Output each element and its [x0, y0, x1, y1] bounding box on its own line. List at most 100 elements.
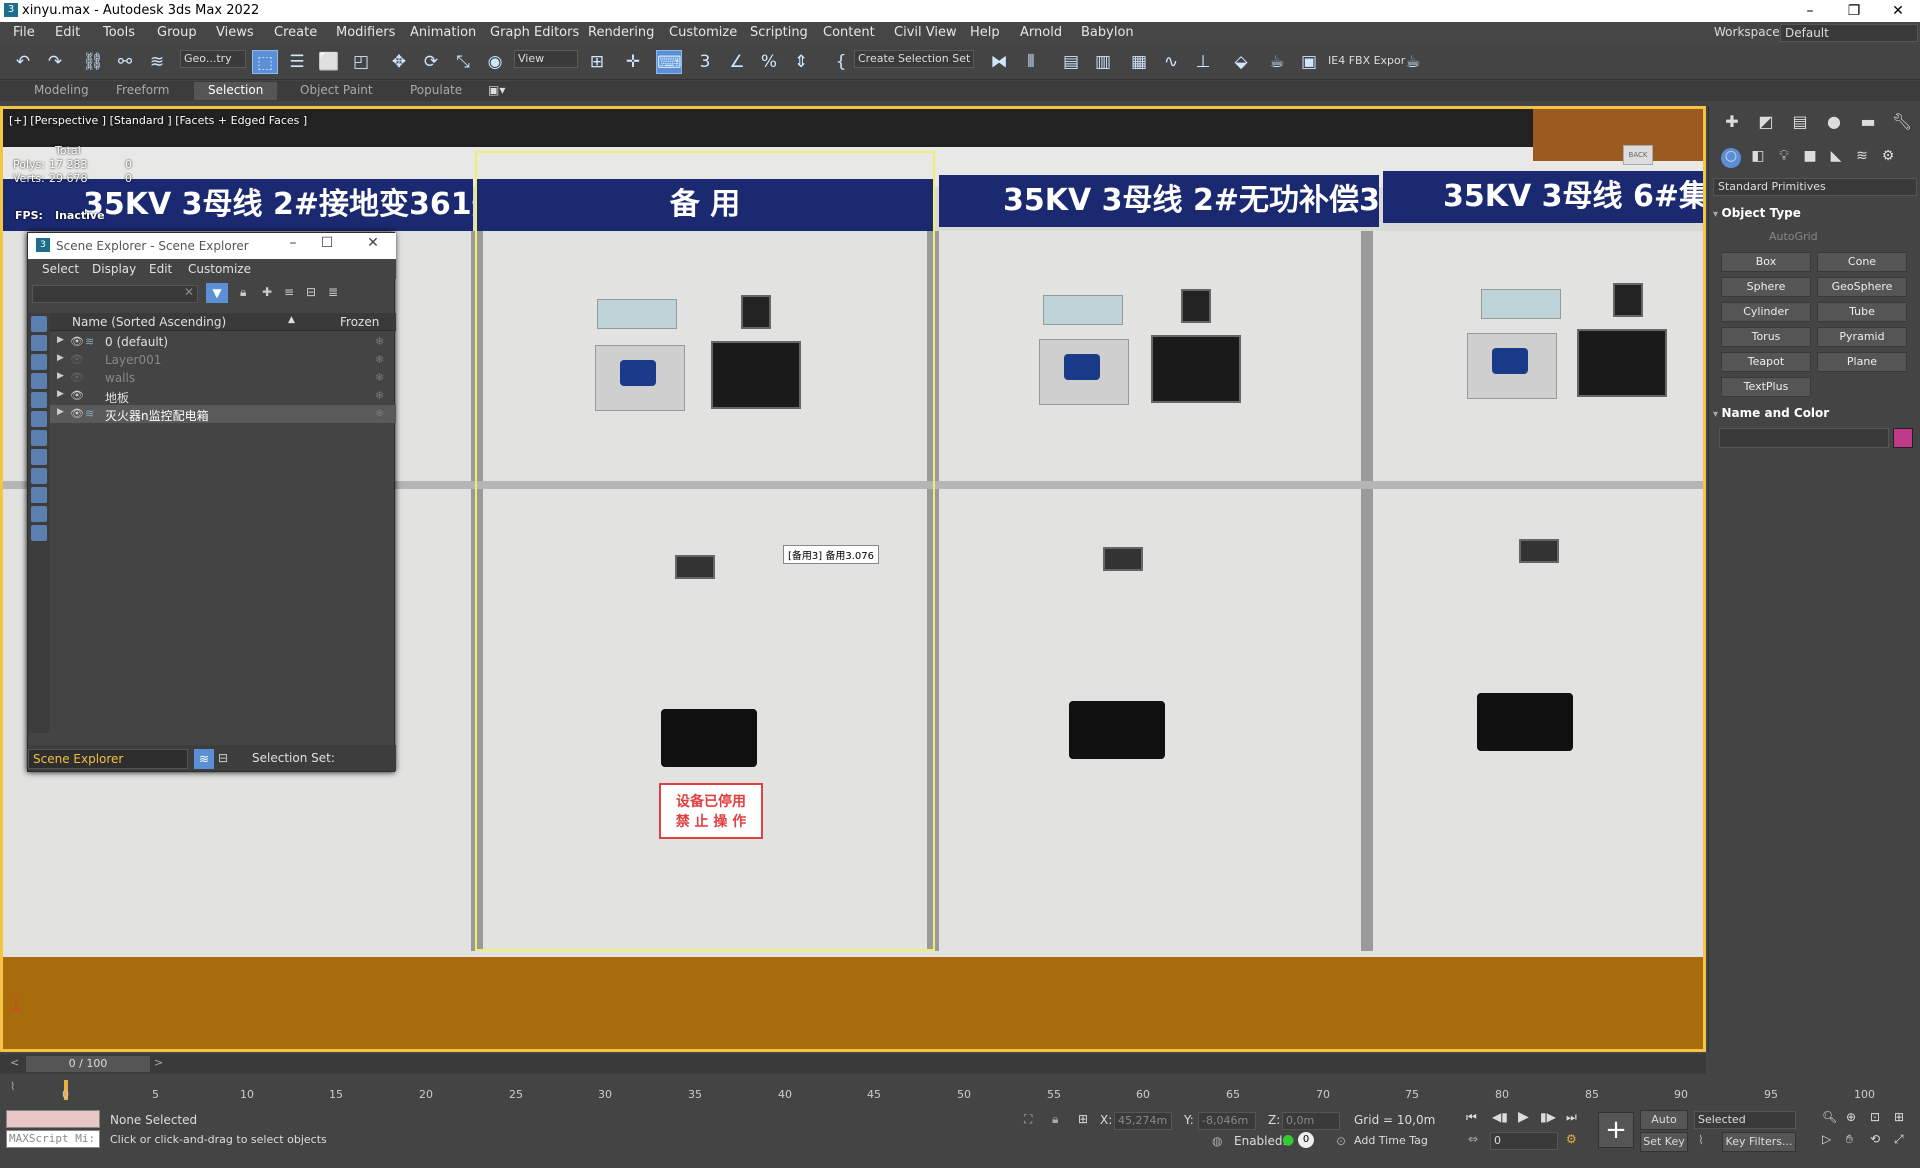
menu-edit[interactable]: Edit	[55, 25, 80, 40]
se-row-layer-selected[interactable]: ▶ 👁︎ ≋ 灭火器n监控配电箱 ❄	[50, 405, 396, 423]
material-editor-icon[interactable]: ⬙	[1228, 50, 1254, 74]
se-layers-icon[interactable]: ≡	[284, 285, 294, 299]
goto-end-icon[interactable]: ⏭	[1566, 1110, 1577, 1125]
se-new-layer-icon[interactable]: ✚	[262, 285, 272, 299]
z-coordinate-field[interactable]: 0,0m	[1282, 1112, 1340, 1130]
minimize-button[interactable]: –	[1788, 0, 1832, 22]
ribbon-tab-selection[interactable]: Selection	[194, 82, 278, 100]
x-coordinate-field[interactable]: 45,274m	[1114, 1112, 1172, 1130]
menu-rendering[interactable]: Rendering	[588, 25, 654, 40]
track-bar[interactable]: ⌇ 0 5 10 15 20 25 30 35 40 45 50 55 60 6…	[0, 1076, 1920, 1104]
align-icon[interactable]: ⫴	[1018, 50, 1044, 74]
fbx-export-label[interactable]: IE4 FBX Expor	[1328, 54, 1405, 67]
create-tab-icon[interactable]: ✚	[1719, 112, 1745, 132]
shapes-category-icon[interactable]: ◧	[1747, 148, 1769, 168]
menu-tools[interactable]: Tools	[103, 25, 135, 40]
se-row-layer[interactable]: ▶ 👁︎ walls ❄	[50, 369, 396, 387]
display-tab-icon[interactable]: ▬	[1855, 112, 1881, 132]
rollout-collapse-icon[interactable]: ▾	[1713, 409, 1722, 420]
next-frame-icon[interactable]: ▮▶	[1540, 1110, 1556, 1124]
display-containers-icon[interactable]	[31, 487, 47, 503]
reference-coordinate-dropdown[interactable]: View	[514, 50, 578, 68]
named-selection-dropdown[interactable]: Create Selection Set	[854, 50, 974, 68]
display-helpers-icon[interactable]	[31, 392, 47, 408]
unlink-icon[interactable]: ⚯	[112, 50, 138, 74]
se-hierarchy-icon[interactable]: ⊟	[306, 285, 316, 299]
menu-help[interactable]: Help	[970, 25, 1000, 40]
time-slider-thumb[interactable]: 0 / 100	[26, 1056, 150, 1072]
rollout-collapse-icon[interactable]: ▾	[1713, 209, 1722, 220]
orbit-icon[interactable]: ⟲	[1870, 1132, 1880, 1146]
menu-views[interactable]: Views	[216, 25, 254, 40]
cone-button[interactable]: Cone	[1817, 252, 1907, 272]
pivot-center-icon[interactable]: ⊞	[584, 50, 610, 74]
rectangular-selection-icon[interactable]: ⬜	[316, 50, 342, 74]
modify-tab-icon[interactable]: ◩	[1753, 112, 1779, 132]
teapot-button[interactable]: Teapot	[1721, 352, 1811, 372]
frozen-icon[interactable]: ❄	[375, 335, 384, 348]
frozen-icon[interactable]: ❄	[375, 353, 384, 366]
keyboard-shortcut-icon[interactable]: ⌨	[656, 50, 682, 74]
layer-explorer-icon[interactable]: ▥	[1090, 50, 1116, 74]
motion-tab-icon[interactable]: ●	[1821, 112, 1847, 132]
scene-explorer-icon[interactable]: ▤	[1058, 50, 1084, 74]
textplus-button[interactable]: TextPlus	[1721, 377, 1811, 397]
menu-graph-editors[interactable]: Graph Editors	[490, 25, 579, 40]
cylinder-button[interactable]: Cylinder	[1721, 302, 1811, 322]
menu-scripting[interactable]: Scripting	[750, 25, 808, 40]
maxscript-listener-output[interactable]	[6, 1110, 100, 1128]
adaptive-degradation-icon[interactable]: ◍	[1212, 1134, 1222, 1148]
plane-button[interactable]: Plane	[1817, 352, 1907, 372]
absolute-mode-icon[interactable]: ⊞	[1078, 1112, 1088, 1126]
menu-create[interactable]: Create	[274, 25, 317, 40]
maximize-viewport-icon[interactable]: ⤢	[1894, 1132, 1904, 1147]
hierarchy-tab-icon[interactable]: ▤	[1787, 112, 1813, 132]
move-icon[interactable]: ✥	[386, 50, 412, 74]
display-frozen-icon[interactable]	[31, 506, 47, 522]
selection-lock-icon[interactable]: 🔒︎	[1052, 1112, 1058, 1127]
maxscript-input[interactable]: MAXScript Mi:	[6, 1130, 100, 1148]
menu-modifiers[interactable]: Modifiers	[336, 25, 395, 40]
link-icon[interactable]: ⛓	[80, 50, 106, 74]
prev-frame-icon[interactable]: ◀▮	[1492, 1110, 1508, 1124]
zoom-extents-all-icon[interactable]: ⊞	[1894, 1110, 1904, 1124]
key-mode-toggle-icon[interactable]: ⇔	[1468, 1132, 1478, 1146]
rendered-frame-icon[interactable]: ▣	[1296, 50, 1322, 74]
mirror-icon[interactable]: ⧓	[986, 50, 1012, 74]
display-xrefs-icon[interactable]	[31, 449, 47, 465]
torus-button[interactable]: Torus	[1721, 327, 1811, 347]
display-cameras-icon[interactable]	[31, 373, 47, 389]
se-maximize-button[interactable]: ☐	[312, 235, 342, 251]
zoom-extents-icon[interactable]: ⊡	[1870, 1110, 1880, 1124]
object-name-field[interactable]	[1719, 428, 1889, 448]
box-button[interactable]: Box	[1721, 252, 1811, 272]
snaps-toggle-icon[interactable]: 3	[692, 50, 718, 74]
restore-button[interactable]: ❐	[1832, 0, 1876, 22]
visibility-eye-icon[interactable]: 👁︎	[70, 335, 84, 348]
spinner-snap-icon[interactable]: ⇕	[788, 50, 814, 74]
time-next-icon[interactable]: >	[154, 1056, 163, 1069]
helpers-category-icon[interactable]: ◣	[1825, 148, 1847, 168]
isolate-selection-icon[interactable]: ⛶	[1024, 1112, 1032, 1127]
ribbon-tab-modeling[interactable]: Modeling	[34, 83, 89, 97]
selection-filter-dropdown[interactable]: Geo...try	[180, 50, 246, 68]
se-menu-customize[interactable]: Customize	[188, 262, 251, 276]
se-row-layer[interactable]: ▶ 👁︎ 地板 ❄	[50, 387, 396, 405]
se-layer-mode-icon[interactable]: ≋	[194, 749, 214, 769]
play-icon[interactable]: ▶	[1518, 1109, 1529, 1125]
se-row-layer[interactable]: ▶ 👁︎ ≋ 0 (default) ❄	[50, 333, 396, 351]
scene-explorer-titlebar[interactable]: 3 Scene Explorer - Scene Explorer – ☐ ✕	[28, 233, 396, 259]
time-config-icon[interactable]: ⚙	[1566, 1132, 1577, 1146]
geometry-category-icon[interactable]: ○	[1721, 148, 1741, 168]
expand-icon[interactable]: ▶	[57, 353, 64, 363]
ribbon-options-icon[interactable]: ▣▾	[488, 83, 505, 97]
viewcube-icon[interactable]: BACK	[1623, 145, 1653, 165]
close-button[interactable]: ✕	[1876, 0, 1920, 22]
percent-snap-icon[interactable]: %	[756, 50, 782, 74]
utilities-tab-icon[interactable]: 🔧︎	[1889, 112, 1915, 132]
select-manipulate-icon[interactable]: ✛	[620, 50, 646, 74]
se-search-input[interactable]	[32, 285, 198, 303]
sync-counter-icon[interactable]: 0	[1298, 1132, 1314, 1148]
primitive-type-dropdown[interactable]: Standard Primitives	[1713, 178, 1917, 196]
se-menu-select[interactable]: Select	[42, 262, 79, 276]
